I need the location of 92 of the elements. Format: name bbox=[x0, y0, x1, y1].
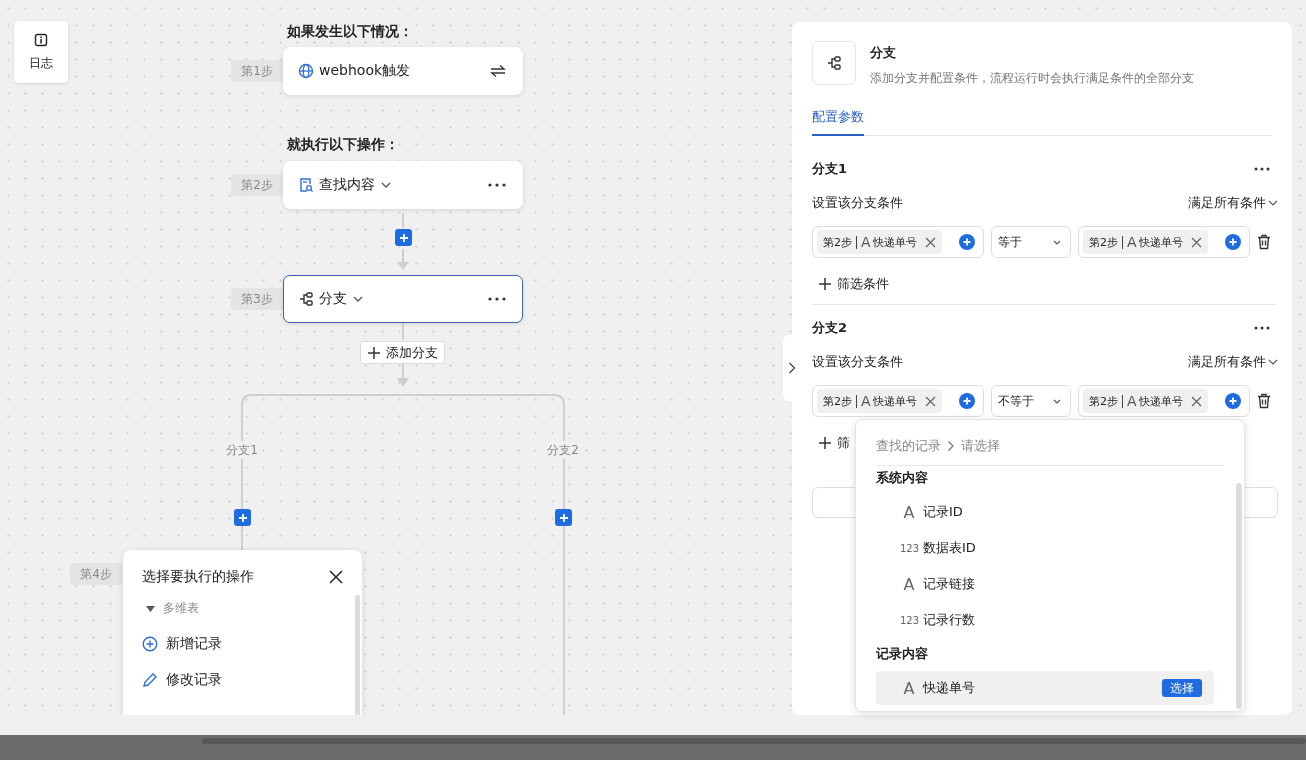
branch-title: 分支1 bbox=[812, 160, 848, 178]
plus-icon bbox=[818, 436, 832, 450]
tab[interactable]: 配置参数 bbox=[812, 108, 864, 136]
scrollbar[interactable] bbox=[355, 595, 360, 715]
plus-icon bbox=[398, 232, 409, 243]
field-selector[interactable]: 第2步 A快递单号 bbox=[812, 385, 984, 417]
step-title: 查找内容 bbox=[319, 176, 375, 194]
step-card[interactable]: 分支 bbox=[283, 275, 523, 323]
section-heading: 就执行以下操作： bbox=[287, 136, 399, 154]
more-icon[interactable] bbox=[488, 297, 506, 301]
remove-icon[interactable] bbox=[1190, 395, 1202, 407]
section-heading: 如果发生以下情况： bbox=[287, 23, 413, 41]
field-selector[interactable]: 第2步 A快递单号 bbox=[812, 226, 984, 258]
more-icon[interactable] bbox=[1254, 326, 1270, 330]
connector-line bbox=[402, 212, 404, 229]
field-option[interactable]: A 快递单号 选择 bbox=[876, 671, 1214, 705]
condition-label: 设置该分支条件 bbox=[812, 194, 903, 212]
chevron-down-icon bbox=[1268, 198, 1278, 208]
plus-icon bbox=[367, 345, 381, 360]
add-circle-icon[interactable] bbox=[959, 234, 975, 250]
branch-icon bbox=[298, 291, 314, 307]
step-label: 第3步 bbox=[231, 288, 283, 310]
add-step-button[interactable] bbox=[234, 509, 251, 526]
match-mode-dropdown[interactable]: 满足所有条件 bbox=[1188, 353, 1278, 371]
add-circle-icon[interactable] bbox=[959, 393, 975, 409]
remove-icon[interactable] bbox=[1190, 236, 1202, 248]
section-title: 记录内容 bbox=[876, 645, 929, 663]
connector-line bbox=[402, 322, 404, 341]
add-step-button[interactable] bbox=[395, 229, 412, 246]
popup-title: 选择要执行的操作 bbox=[142, 568, 254, 586]
field-chip[interactable]: 第2步 A快递单号 bbox=[817, 389, 942, 413]
log-button[interactable]: 日志 bbox=[14, 21, 68, 83]
info-icon bbox=[34, 32, 48, 47]
step-label: 第4步 bbox=[70, 563, 122, 585]
trash-icon[interactable] bbox=[1257, 393, 1271, 409]
action-item[interactable]: 新增记录 bbox=[142, 635, 343, 653]
chevron-right-icon bbox=[947, 440, 955, 452]
operator-dropdown[interactable]: 等于 bbox=[991, 226, 1071, 258]
breadcrumb-item[interactable]: 查找的记录 bbox=[876, 437, 941, 455]
plus-icon bbox=[558, 512, 569, 523]
section-title: 系统内容 bbox=[876, 469, 929, 487]
step-card[interactable]: webhook触发 bbox=[283, 47, 523, 95]
field-option[interactable]: A 记录ID bbox=[876, 495, 1214, 529]
triangle-icon bbox=[146, 604, 155, 613]
step-card[interactable]: 查找内容 bbox=[283, 161, 523, 209]
add-filter-button[interactable]: 筛选条件 bbox=[818, 274, 889, 294]
document-search-icon bbox=[298, 177, 314, 193]
field-option[interactable]: 123 数据表ID bbox=[876, 531, 1214, 565]
field-chip[interactable]: 第2步 A快递单号 bbox=[1083, 230, 1208, 254]
condition-label: 设置该分支条件 bbox=[812, 353, 903, 371]
step-title: webhook触发 bbox=[319, 62, 411, 80]
step-title: 分支 bbox=[319, 290, 347, 308]
operator-dropdown[interactable]: 不等于 bbox=[991, 385, 1071, 417]
field-chip[interactable]: 第2步 A快递单号 bbox=[1083, 389, 1208, 413]
add-circle-icon[interactable] bbox=[1225, 393, 1241, 409]
remove-icon[interactable] bbox=[924, 395, 936, 407]
add-circle-icon bbox=[142, 636, 158, 652]
field-option[interactable]: 123 记录行数 bbox=[876, 603, 1214, 637]
select-button[interactable]: 选择 bbox=[1162, 679, 1202, 697]
match-mode-dropdown[interactable]: 满足所有条件 bbox=[1188, 194, 1278, 212]
close-icon[interactable] bbox=[329, 570, 343, 584]
plus-icon bbox=[818, 277, 832, 291]
more-icon[interactable] bbox=[488, 183, 506, 187]
panel-description: 添加分支并配置条件，流程运行时会执行满足条件的全部分支 bbox=[870, 70, 1194, 87]
add-filter-button[interactable]: 筛 bbox=[818, 433, 850, 453]
pencil-icon bbox=[142, 672, 158, 688]
chevron-right-icon bbox=[787, 362, 796, 374]
globe-icon bbox=[298, 63, 314, 79]
field-selector[interactable]: 第2步 A快递单号 bbox=[1078, 226, 1250, 258]
add-step-button[interactable] bbox=[555, 509, 572, 526]
step-label: 第2步 bbox=[231, 174, 283, 196]
breadcrumb-item: 请选择 bbox=[961, 437, 1000, 455]
step-label: 第1步 bbox=[231, 60, 283, 82]
chevron-down-icon bbox=[1268, 357, 1278, 367]
arrow-icon bbox=[397, 248, 409, 270]
swap-icon[interactable] bbox=[490, 64, 506, 78]
branch-title: 分支2 bbox=[812, 319, 848, 337]
plus-icon bbox=[237, 512, 248, 523]
panel-title: 分支 bbox=[870, 44, 897, 62]
add-branch-button[interactable]: 添加分支 bbox=[360, 341, 445, 364]
branch-icon bbox=[812, 41, 856, 85]
field-chip[interactable]: 第2步 A快递单号 bbox=[817, 230, 942, 254]
add-circle-icon[interactable] bbox=[1225, 234, 1241, 250]
scrollbar[interactable] bbox=[1236, 483, 1242, 709]
field-selector[interactable]: 第2步 A快递单号 bbox=[1078, 385, 1250, 417]
remove-icon[interactable] bbox=[924, 236, 936, 248]
field-option[interactable]: A 记录链接 bbox=[876, 567, 1214, 601]
trash-icon[interactable] bbox=[1257, 234, 1271, 250]
arrow-icon bbox=[397, 363, 409, 387]
action-item[interactable]: 修改记录 bbox=[142, 671, 343, 689]
group-toggle[interactable]: 多维表 bbox=[146, 600, 343, 617]
more-icon[interactable] bbox=[1254, 167, 1270, 171]
